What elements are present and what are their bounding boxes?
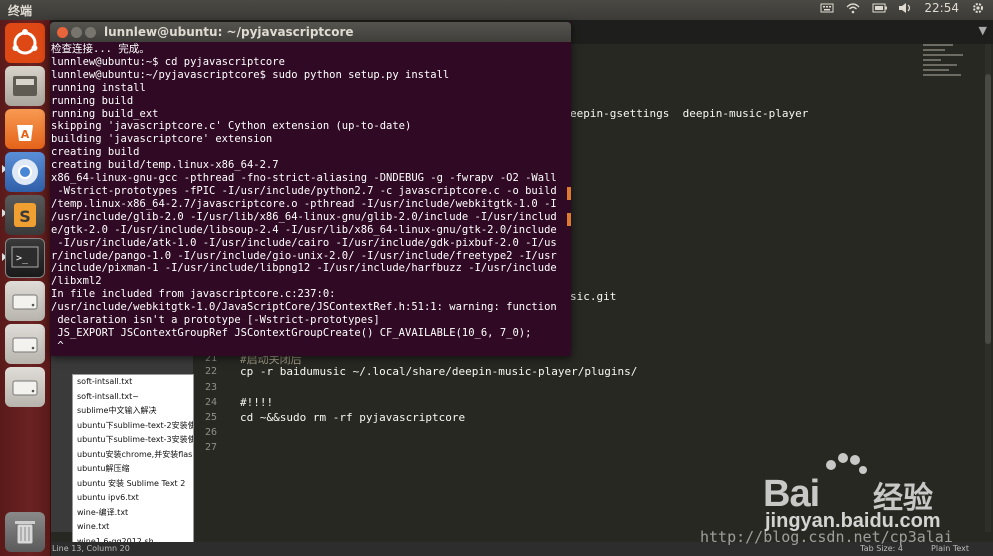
chromium-icon[interactable] bbox=[5, 152, 45, 192]
list-item[interactable]: soft-intsall.txt bbox=[73, 375, 193, 390]
list-item[interactable]: wine.txt bbox=[73, 520, 193, 535]
unity-launcher: A S >_ bbox=[0, 20, 51, 556]
minimap[interactable] bbox=[923, 44, 983, 104]
maximize-icon[interactable] bbox=[85, 27, 96, 38]
battery-icon[interactable] bbox=[872, 2, 888, 14]
terminal-line: /usr/include/glib-2.0 -I/usr/lib/x86_64-… bbox=[51, 210, 557, 223]
line-number: 26 bbox=[205, 427, 218, 438]
drive-icon[interactable] bbox=[5, 281, 45, 321]
line-number: 22 bbox=[205, 366, 218, 377]
scrollbar-thumb[interactable] bbox=[985, 74, 991, 344]
terminal-window[interactable]: lunnlew@ubuntu: ~/pyjavascriptcore 检查连接.… bbox=[50, 22, 571, 356]
terminal-line: lunnlew@ubuntu:~$ cd pyjavascriptcore bbox=[51, 55, 285, 68]
trash-icon[interactable] bbox=[5, 512, 45, 552]
terminal-line: creating build/temp.linux-x86_64-2.7 bbox=[51, 159, 279, 172]
terminal-line: /include/pixman-1 -I/usr/include/libpng1… bbox=[51, 262, 557, 275]
terminal-line: In file included from javascriptcore.c:2… bbox=[51, 288, 336, 301]
terminal-line: -I/usr/include/atk-1.0 -I/usr/include/ca… bbox=[51, 236, 557, 249]
terminal-icon[interactable]: >_ bbox=[5, 238, 45, 278]
line-number: 27 bbox=[205, 442, 218, 453]
active-app-title: 终端 bbox=[8, 4, 33, 18]
list-item[interactable]: ubuntu安装chrome,并安装flash p bbox=[73, 448, 193, 463]
text-cursor bbox=[567, 187, 571, 200]
file-list: soft-intsall.txt soft-intsall.txt~ subli… bbox=[72, 374, 194, 556]
volume-icon[interactable] bbox=[898, 2, 912, 14]
software-center-icon[interactable]: A bbox=[5, 109, 45, 149]
code-line[interactable]: cd ~&&sudo rm -rf pyjavascriptcore bbox=[240, 411, 465, 424]
terminal-line: creating build bbox=[51, 146, 140, 159]
list-item[interactable]: ubuntu 安装 Sublime Text 2 bbox=[73, 477, 193, 492]
list-item[interactable]: sublime中文输入解决 bbox=[73, 404, 193, 419]
close-icon[interactable] bbox=[57, 27, 68, 38]
list-item[interactable]: soft-intsall.txt~ bbox=[73, 390, 193, 405]
code-line-partial[interactable]: eepin-gsettings deepin-music-player bbox=[570, 107, 808, 120]
baidu-watermark: Bai 经验 bbox=[763, 451, 963, 516]
terminal-line: -Wstrict-prototypes -fPIC -I/usr/include… bbox=[51, 184, 557, 197]
files-icon[interactable] bbox=[5, 66, 45, 106]
scrollbar[interactable] bbox=[985, 44, 991, 532]
code-line[interactable]: cp -r baidumusic ~/.local/share/deepin-m… bbox=[240, 365, 637, 378]
paw-logo-icon bbox=[826, 453, 867, 474]
list-item[interactable]: ubuntu解压缩 bbox=[73, 462, 193, 477]
terminal-title: lunnlew@ubuntu: ~/pyjavascriptcore bbox=[104, 25, 354, 39]
keyboard-icon[interactable] bbox=[820, 2, 834, 14]
line-number: 25 bbox=[205, 412, 218, 423]
list-item[interactable]: wine-编译.txt bbox=[73, 506, 193, 521]
terminal-line: /usr/include/webkitgtk-1.0/JavaScriptCor… bbox=[51, 301, 557, 314]
terminal-line: JS_EXPORT JSContextGroupRef JSContextGro… bbox=[51, 326, 532, 339]
chevron-down-icon[interactable]: ▼ bbox=[979, 24, 987, 37]
minimize-icon[interactable] bbox=[71, 27, 82, 38]
drive-icon[interactable] bbox=[5, 367, 45, 407]
cursor-position: Line 13, Column 20 bbox=[52, 544, 130, 553]
line-number: 24 bbox=[205, 397, 218, 408]
terminal-line: x86_64-linux-gnu-gcc -pthread -fno-stric… bbox=[51, 172, 557, 185]
text-cursor bbox=[567, 213, 571, 226]
terminal-line: running install bbox=[51, 81, 146, 94]
terminal-line: building 'javascriptcore' extension bbox=[51, 133, 273, 146]
svg-text:>_: >_ bbox=[16, 253, 29, 264]
list-item[interactable]: ubuntu ipv6.txt bbox=[73, 491, 193, 506]
system-tray: 22:54 bbox=[820, 1, 985, 15]
terminal-titlebar[interactable]: lunnlew@ubuntu: ~/pyjavascriptcore bbox=[50, 22, 571, 42]
terminal-output[interactable]: 检查连接... 完成。 lunnlew@ubuntu:~$ cd pyjavas… bbox=[50, 43, 571, 356]
svg-text:S: S bbox=[19, 207, 31, 226]
line-number: 23 bbox=[205, 382, 218, 393]
code-line[interactable]: #!!!! bbox=[240, 396, 273, 409]
terminal-line: e/gtk-2.0 -I/usr/include/libsoup-2.4 -I/… bbox=[51, 223, 557, 236]
drive-icon[interactable] bbox=[5, 324, 45, 364]
gear-icon[interactable] bbox=[971, 2, 985, 14]
terminal-line: skipping 'javascriptcore.c' Cython exten… bbox=[51, 120, 412, 133]
svg-text:A: A bbox=[21, 128, 30, 141]
terminal-line: r/include/pango-1.0 -I/usr/include/gio-u… bbox=[51, 249, 557, 262]
list-item[interactable]: ubuntu下sublime-text-3安装使用 bbox=[73, 433, 193, 448]
clock[interactable]: 22:54 bbox=[924, 1, 959, 15]
terminal-line: running build_ext bbox=[51, 107, 159, 120]
terminal-line: /libxml2 bbox=[51, 275, 102, 288]
terminal-line: /temp.linux-x86_64-2.7/javascriptcore.o … bbox=[51, 197, 557, 210]
code-line-partial[interactable]: sic.git bbox=[570, 290, 616, 303]
terminal-line: ^ bbox=[51, 339, 64, 352]
watermark-blog-url: http://blog.csdn.net/cp3alai bbox=[700, 528, 953, 546]
terminal-line: running build bbox=[51, 94, 134, 107]
terminal-line: lunnlew@ubuntu:~/pyjavascriptcore$ sudo … bbox=[51, 68, 450, 81]
terminal-line: declaration isn't a prototype [-Wstrict-… bbox=[51, 314, 380, 327]
sublime-text-icon[interactable]: S bbox=[5, 195, 45, 235]
ubuntu-logo-icon[interactable] bbox=[5, 23, 45, 63]
terminal-line: 检查连接... 完成。 bbox=[51, 43, 150, 55]
list-item[interactable]: ubuntu下sublime-text-2安装使用 bbox=[73, 419, 193, 434]
wifi-icon[interactable] bbox=[846, 2, 860, 14]
top-panel: 终端 22:54 bbox=[0, 0, 993, 20]
